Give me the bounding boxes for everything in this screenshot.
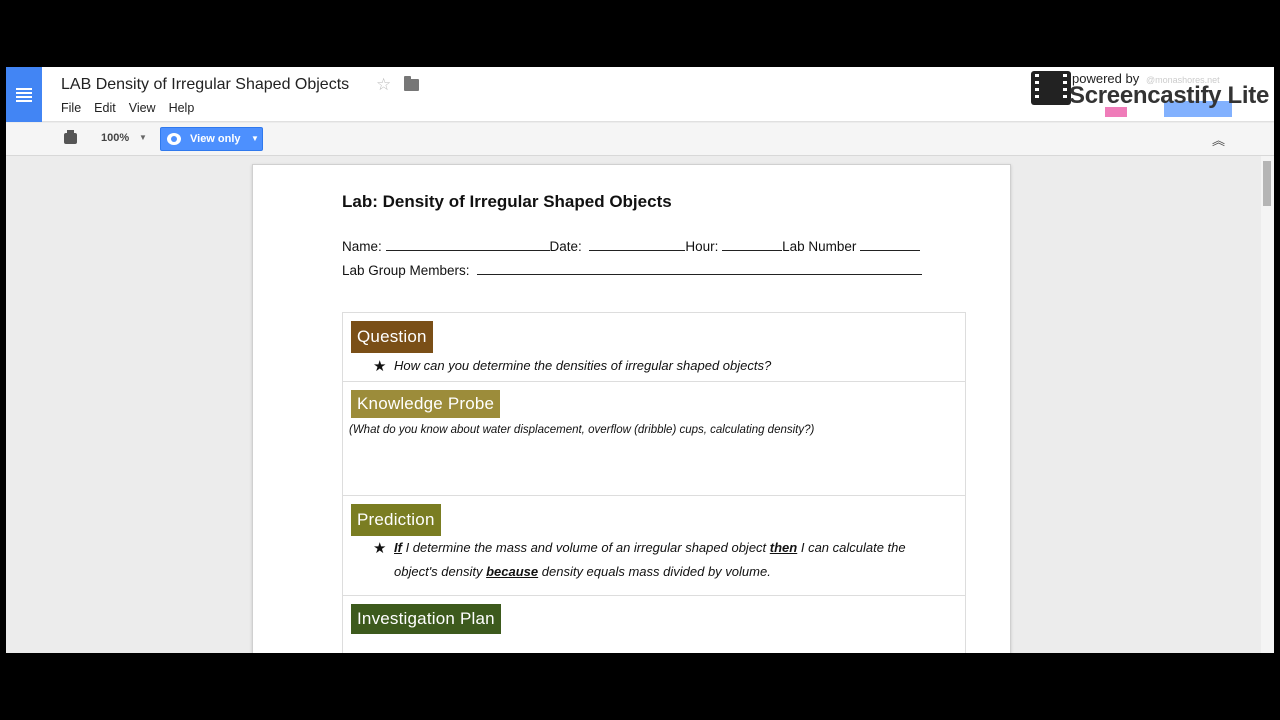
date-blank [589,239,686,251]
prediction-row: Prediction ★ If I determine the mass and… [343,496,965,596]
question-tag: Question [351,321,433,353]
prediction-part-3: object's density [394,564,487,579]
lab-number-label: Lab Number [782,239,857,254]
prediction-line-1: If I determine the mass and volume of an… [394,540,906,555]
if-word: If [394,540,402,555]
docs-window: LAB Density of Irregular Shaped Objects … [6,67,1274,653]
menu-edit[interactable]: Edit [94,101,116,115]
hour-label: Hour: [685,239,719,254]
menu-file[interactable]: File [61,101,81,115]
folder-icon[interactable] [404,76,419,91]
prediction-line-2: object's density because density equals … [394,564,771,579]
toolbar: 100% ▼ View only ▼ ︽ [6,123,1274,156]
then-word: then [769,540,798,555]
prediction-part-4: density equals mass divided by volume. [538,564,771,579]
lab-number-blank [860,239,921,251]
group-label: Lab Group Members: [342,263,470,278]
because-word: because [486,564,539,579]
vertical-scrollbar[interactable] [1261,156,1274,653]
star-bullet-icon: ★ [373,540,387,557]
form-line-2: Lab Group Members: [342,263,923,278]
prediction-part-1: I determine the mass and volume of an ir… [401,540,770,555]
hour-blank [722,239,783,251]
plan-row: Investigation Plan [343,596,965,653]
menu-bar: File Edit View Help [61,101,207,115]
print-icon[interactable] [64,130,77,144]
knowledge-tag: Knowledge Probe [351,390,501,418]
document-title[interactable]: LAB Density of Irregular Shaped Objects [61,76,349,94]
question-row: Question ★ How can you determine the den… [343,313,965,382]
prediction-part-2: I can calculate the [797,540,906,555]
screencastify-watermark: Screencastify Lite [1069,82,1270,109]
menu-help[interactable]: Help [169,101,195,115]
collapse-menus-icon[interactable]: ︽ [1212,130,1225,149]
star-bullet-icon: ★ [373,358,387,375]
page-heading: Lab: Density of Irregular Shaped Objects [342,192,672,211]
eye-icon [167,133,181,145]
chevron-down-icon: ▼ [251,134,259,143]
question-text: How can you determine the densities of i… [394,358,772,373]
name-label: Name: [342,239,382,254]
date-label: Date: [549,239,582,254]
document-page: Lab: Density of Irregular Shaped Objects… [252,164,1011,653]
knowledge-text: (What do you know about water displaceme… [349,424,815,436]
scrollbar-thumb[interactable] [1263,161,1271,206]
view-only-button[interactable]: View only ▼ [160,127,263,151]
docs-header: LAB Density of Irregular Shaped Objects … [6,67,1274,122]
lab-table: Question ★ How can you determine the den… [342,312,966,653]
menu-view[interactable]: View [129,101,156,115]
docs-logo-icon[interactable] [6,67,42,122]
plan-tag: Investigation Plan [351,604,501,634]
star-icon[interactable]: ☆ [376,75,391,95]
form-line-1: Name: Date: Hour: Lab Number [342,239,921,254]
name-blank [385,239,550,251]
group-blank [477,263,923,275]
chevron-down-icon[interactable]: ▼ [139,133,147,142]
zoom-select[interactable]: 100% [101,132,129,144]
knowledge-row: Knowledge Probe (What do you know about … [343,382,965,496]
view-only-label: View only [190,133,241,145]
prediction-tag: Prediction [351,504,441,536]
film-strip-icon [1031,71,1071,105]
